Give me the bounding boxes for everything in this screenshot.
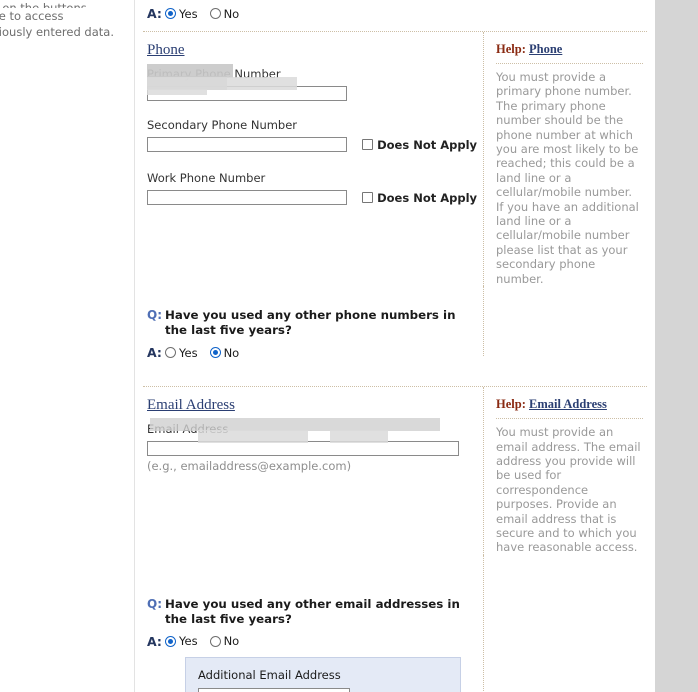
left-instruction-line: k on the buttons: [0, 1, 87, 8]
left-instruction-line: viously entered data.: [0, 25, 114, 39]
primary-phone-input[interactable]: [147, 86, 347, 101]
email-address-hint: (e.g., emailaddress@example.com): [147, 459, 352, 474]
radio-option-yes[interactable]: Yes: [165, 346, 198, 360]
radio-yes-icon[interactable]: [165, 8, 176, 19]
radio-no-label: No: [223, 345, 240, 360]
page-background-right: [655, 0, 698, 692]
radio-no-label: No: [223, 634, 240, 649]
email-help-title: Help: Email Address: [496, 397, 643, 412]
radio-option-no[interactable]: No: [209, 345, 240, 360]
radio-yes-label: Yes: [179, 6, 198, 21]
radio-yes-label: Yes: [179, 345, 198, 360]
phone-help-panel: Help: Phone You must provide a primary p…: [483, 32, 643, 287]
form-page: k on the buttons ve to access viously en…: [0, 0, 698, 692]
checkbox-icon[interactable]: [362, 139, 374, 150]
phone-help-title: Help: Phone: [496, 42, 643, 57]
email-question-radio-group[interactable]: Yes No: [165, 634, 251, 648]
secondary-phone-field: Secondary Phone Number Does Not Apply: [147, 118, 483, 153]
phone-section-title: Phone: [147, 42, 185, 58]
left-instruction-line: ve to access: [0, 9, 64, 23]
work-phone-input[interactable]: [147, 190, 347, 205]
email-address-label: Email Address: [147, 422, 229, 437]
answer-mark: A:: [147, 345, 162, 361]
phone-question-radio-group[interactable]: Yes No: [165, 346, 251, 360]
phone-question-text: Have you used any other phone numbers in…: [165, 308, 456, 338]
work-phone-field: Work Phone Number Does Not Apply: [147, 171, 483, 206]
help-divider: [496, 63, 643, 64]
radio-no-icon[interactable]: [209, 635, 221, 647]
help-label: Help:: [496, 42, 526, 56]
radio-option-no[interactable]: No: [209, 6, 240, 21]
email-question-text: Have you used any other email addresses …: [165, 596, 460, 626]
left-instructions-strip: k on the buttons ve to access viously en…: [0, 0, 135, 692]
phone-section: Phone Primary Phone Number Secondary Pho…: [135, 32, 655, 360]
radio-yes-icon[interactable]: [165, 635, 176, 647]
radio-option-yes[interactable]: Yes: [165, 634, 198, 648]
email-section: Email Address Email Address (e.g., email…: [135, 387, 655, 692]
radio-no-icon[interactable]: [209, 347, 221, 359]
additional-email-input[interactable]: [198, 687, 350, 692]
secondary-does-not-apply[interactable]: Does Not Apply: [362, 138, 477, 152]
phone-help-body: You must provide a primary phone number.…: [496, 70, 639, 286]
radio-yes-label: Yes: [179, 634, 198, 649]
work-phone-label: Work Phone Number: [147, 171, 266, 185]
email-question-block: Q: Have you used any other email address…: [147, 597, 483, 692]
email-address-field: Email Address (e.g., emailaddress@exampl…: [147, 422, 483, 473]
primary-phone-label: Primary Phone Number: [147, 67, 281, 81]
help-topic: Phone: [528, 42, 563, 56]
help-topic: Email Address: [528, 397, 607, 412]
radio-no-label: No: [223, 6, 240, 21]
top-answer-row: A: Yes No: [135, 0, 655, 21]
secondary-does-not-apply-label: Does Not Apply: [377, 137, 478, 152]
email-section-title: Email Address: [147, 397, 235, 414]
radio-option-yes[interactable]: Yes: [165, 7, 198, 21]
work-does-not-apply-label: Does Not Apply: [377, 190, 478, 205]
top-question-radio-group[interactable]: Yes No: [165, 7, 251, 21]
additional-email-panel: Additional Email Address +Add Another −R…: [185, 656, 461, 692]
question-mark: Q:: [147, 308, 162, 323]
email-help-body: You must provide an email address. The e…: [496, 425, 641, 555]
radio-no-icon[interactable]: [209, 8, 221, 19]
email-help-panel: Help: Email Address You must provide an …: [483, 387, 643, 555]
answer-mark: A:: [147, 6, 162, 21]
secondary-phone-label: Secondary Phone Number: [147, 118, 298, 132]
primary-phone-field: Primary Phone Number: [147, 67, 483, 102]
secondary-phone-input[interactable]: [147, 137, 347, 152]
help-divider: [496, 418, 643, 420]
help-label: Help:: [496, 397, 526, 412]
checkbox-icon[interactable]: [362, 192, 374, 203]
question-mark: Q:: [147, 596, 162, 611]
radio-yes-icon[interactable]: [165, 347, 176, 359]
answer-mark: A:: [147, 633, 162, 649]
additional-email-label: Additional Email Address: [198, 667, 341, 682]
radio-option-no[interactable]: No: [209, 634, 240, 649]
form-sheet: A: Yes No Phone Primary Phone Number Sec…: [135, 0, 655, 692]
work-does-not-apply[interactable]: Does Not Apply: [362, 191, 477, 205]
email-address-input[interactable]: [147, 441, 459, 457]
phone-question-block: Q: Have you used any other phone numbers…: [147, 308, 483, 360]
